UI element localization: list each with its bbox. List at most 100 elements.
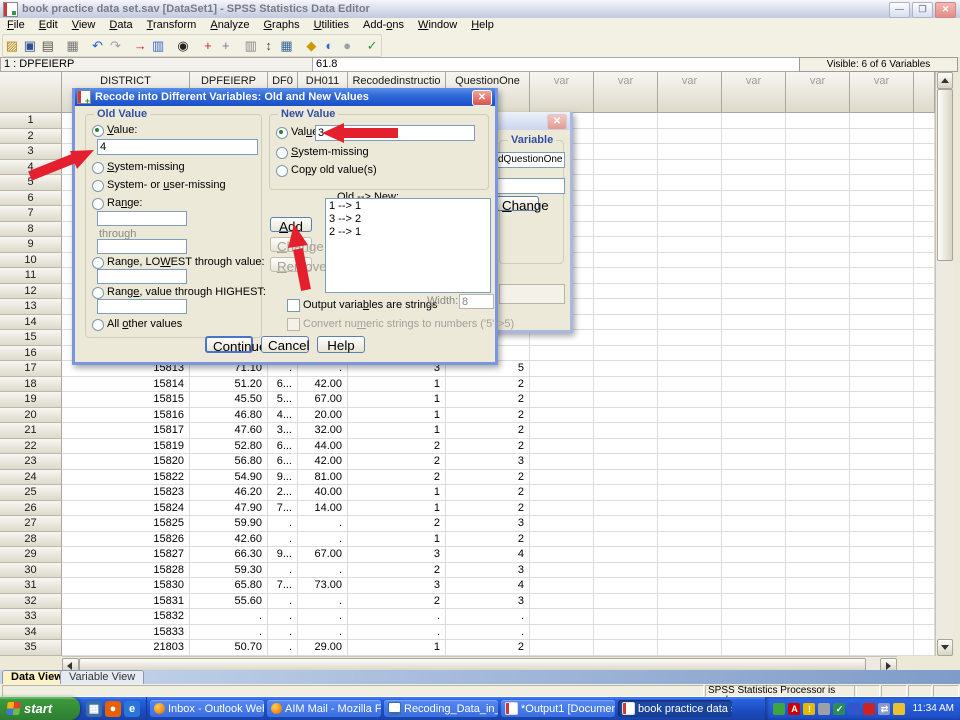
data-cell[interactable]: [850, 594, 914, 610]
data-cell[interactable]: [658, 284, 722, 300]
data-cell[interactable]: [786, 640, 850, 656]
data-cell[interactable]: 2: [446, 501, 530, 517]
data-cell[interactable]: [658, 501, 722, 517]
data-cell[interactable]: [722, 206, 786, 222]
data-cell[interactable]: [786, 454, 850, 470]
data-cell[interactable]: 52.80: [190, 439, 268, 455]
volume-tray-icon[interactable]: [818, 703, 830, 715]
data-cell[interactable]: 1: [348, 423, 446, 439]
data-cell[interactable]: [658, 222, 722, 238]
sync-tray-icon[interactable]: ⇄: [878, 703, 890, 715]
mapping-list-item[interactable]: 3 --> 2: [326, 213, 490, 226]
data-cell[interactable]: [786, 237, 850, 253]
old-new-mappings-list[interactable]: 1 --> 13 --> 22 --> 1: [325, 198, 491, 293]
data-cell[interactable]: [658, 315, 722, 331]
start-button[interactable]: start: [0, 697, 80, 720]
data-cell[interactable]: [594, 392, 658, 408]
data-cell[interactable]: [786, 144, 850, 160]
data-cell[interactable]: 3: [348, 578, 446, 594]
data-cell[interactable]: [594, 222, 658, 238]
data-cell[interactable]: [850, 299, 914, 315]
data-cell[interactable]: [914, 330, 935, 346]
data-cell[interactable]: [914, 361, 935, 377]
output-strings-checkbox[interactable]: [287, 299, 300, 312]
data-cell[interactable]: .: [190, 625, 268, 641]
data-cell[interactable]: 6...: [268, 377, 298, 393]
data-cell[interactable]: 2: [348, 454, 446, 470]
data-cell[interactable]: [722, 532, 786, 548]
data-cell[interactable]: [530, 377, 594, 393]
data-cell[interactable]: [722, 594, 786, 610]
data-cell[interactable]: [594, 423, 658, 439]
data-cell[interactable]: [850, 563, 914, 579]
data-cell[interactable]: 46.80: [190, 408, 268, 424]
new-value-radio[interactable]: [276, 127, 288, 139]
data-cell[interactable]: [722, 501, 786, 517]
data-cell[interactable]: 15816: [62, 408, 190, 424]
data-cell[interactable]: 15833: [62, 625, 190, 641]
data-cell[interactable]: [914, 439, 935, 455]
data-cell[interactable]: [914, 532, 935, 548]
data-cell[interactable]: 15830: [62, 578, 190, 594]
redo-icon[interactable]: ↷: [106, 36, 124, 55]
change-button[interactable]: Change: [270, 237, 312, 252]
data-cell[interactable]: .: [298, 516, 348, 532]
data-cell[interactable]: [786, 547, 850, 563]
row-header-33[interactable]: 33: [0, 609, 62, 625]
mapping-list-item[interactable]: 1 --> 1: [326, 200, 490, 213]
data-cell[interactable]: 15814: [62, 377, 190, 393]
data-cell[interactable]: [722, 609, 786, 625]
old-sys-user-radio[interactable]: [92, 180, 104, 192]
data-cell[interactable]: [914, 485, 935, 501]
data-cell[interactable]: 3: [446, 516, 530, 532]
ie-icon[interactable]: e: [124, 701, 140, 717]
data-cell[interactable]: .: [268, 625, 298, 641]
menu-graphs[interactable]: Graphs: [256, 18, 306, 33]
new-sysmis-radio[interactable]: [276, 147, 288, 159]
old-sysmis-radio[interactable]: [92, 162, 104, 174]
data-cell[interactable]: [722, 346, 786, 362]
data-cell[interactable]: .: [298, 594, 348, 610]
data-cell[interactable]: [786, 268, 850, 284]
data-cell[interactable]: [594, 547, 658, 563]
data-cell[interactable]: [722, 330, 786, 346]
data-cell[interactable]: [786, 284, 850, 300]
dialog-close-icon[interactable]: ✕: [472, 90, 492, 106]
row-header-22[interactable]: 22: [0, 439, 62, 455]
recall-dialogs-icon[interactable]: ▦: [64, 36, 82, 55]
data-cell[interactable]: [594, 408, 658, 424]
data-cell[interactable]: [722, 470, 786, 486]
data-cell[interactable]: [850, 175, 914, 191]
data-cell[interactable]: [914, 253, 935, 269]
menu-transform[interactable]: Transform: [140, 18, 204, 33]
data-cell[interactable]: [786, 625, 850, 641]
data-cell[interactable]: [850, 361, 914, 377]
column-header-var[interactable]: var: [530, 72, 594, 113]
row-header-16[interactable]: 16: [0, 346, 62, 362]
data-cell[interactable]: [850, 392, 914, 408]
menu-file[interactable]: File: [0, 18, 32, 33]
row-header-34[interactable]: 34: [0, 625, 62, 641]
data-cell[interactable]: [786, 485, 850, 501]
data-cell[interactable]: [914, 501, 935, 517]
data-cell[interactable]: [722, 392, 786, 408]
new-value-field[interactable]: 3: [315, 125, 475, 141]
data-cell[interactable]: [722, 315, 786, 331]
data-cell[interactable]: .: [268, 563, 298, 579]
data-cell[interactable]: [594, 578, 658, 594]
data-cell[interactable]: [594, 237, 658, 253]
data-cell[interactable]: 54.90: [190, 470, 268, 486]
data-cell[interactable]: .: [268, 594, 298, 610]
scroll-up-button[interactable]: [937, 72, 953, 89]
save-icon[interactable]: ▣: [21, 36, 39, 55]
data-cell[interactable]: .: [268, 609, 298, 625]
data-cell[interactable]: 9...: [268, 547, 298, 563]
change-button[interactable]: Change: [495, 196, 539, 211]
data-cell[interactable]: [850, 284, 914, 300]
data-cell[interactable]: [658, 237, 722, 253]
data-cell[interactable]: [786, 175, 850, 191]
row-header-3[interactable]: 3: [0, 144, 62, 160]
alert-tray-icon[interactable]: !: [803, 703, 815, 715]
data-cell[interactable]: [914, 268, 935, 284]
data-cell[interactable]: [850, 206, 914, 222]
